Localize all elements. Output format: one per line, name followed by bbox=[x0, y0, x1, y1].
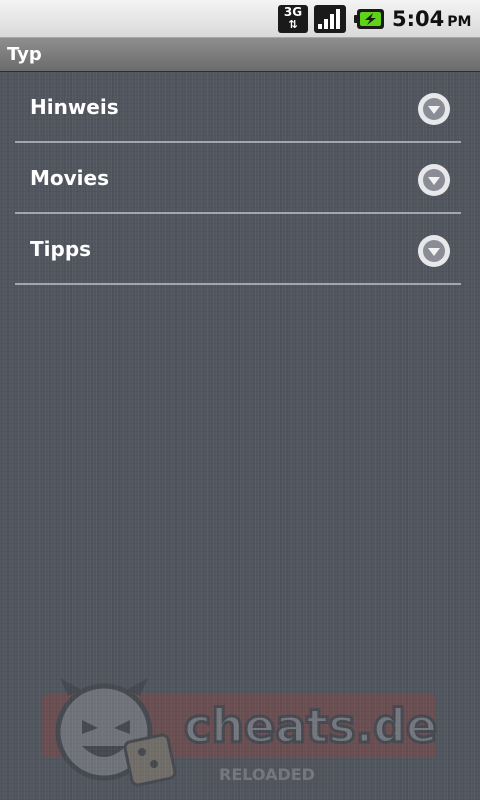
list-item-label: Tipps bbox=[30, 237, 92, 261]
expand-chevron-icon[interactable] bbox=[417, 92, 451, 126]
page-title: Typ bbox=[7, 44, 42, 65]
list-item-movies[interactable]: Movies bbox=[15, 143, 461, 214]
expand-chevron-icon[interactable] bbox=[417, 163, 451, 197]
network-type-label: 3G bbox=[283, 5, 303, 19]
expand-chevron-icon[interactable] bbox=[417, 234, 451, 268]
network-3g-icon: 3G ⇅ bbox=[278, 5, 308, 33]
data-activity-icon: ⇅ bbox=[288, 18, 298, 31]
battery-charging-icon bbox=[354, 9, 384, 29]
list-item-tipps[interactable]: Tipps bbox=[15, 214, 461, 285]
watermark-tagline-text: RELOADED bbox=[219, 765, 315, 784]
clock-ampm: PM bbox=[447, 14, 472, 30]
list-item-label: Movies bbox=[30, 166, 110, 190]
clock-time: 5:04 bbox=[392, 7, 445, 31]
watermark-brand-text: cheats.de bbox=[184, 699, 437, 753]
title-bar: Typ bbox=[0, 38, 480, 72]
cheats-de-watermark-logo: cheats.de RELOADED bbox=[42, 678, 439, 787]
list-item-hinweis[interactable]: Hinweis bbox=[15, 72, 461, 143]
status-bar: 3G ⇅ 5:04 PM bbox=[0, 0, 480, 38]
status-clock: 5:04 PM bbox=[392, 5, 471, 33]
category-list: Hinweis Movies Tipps bbox=[15, 72, 461, 285]
list-item-label: Hinweis bbox=[30, 95, 119, 119]
signal-strength-icon bbox=[314, 5, 346, 33]
content-area: Hinweis Movies Tipps cheats.de RELOADED bbox=[0, 72, 480, 800]
